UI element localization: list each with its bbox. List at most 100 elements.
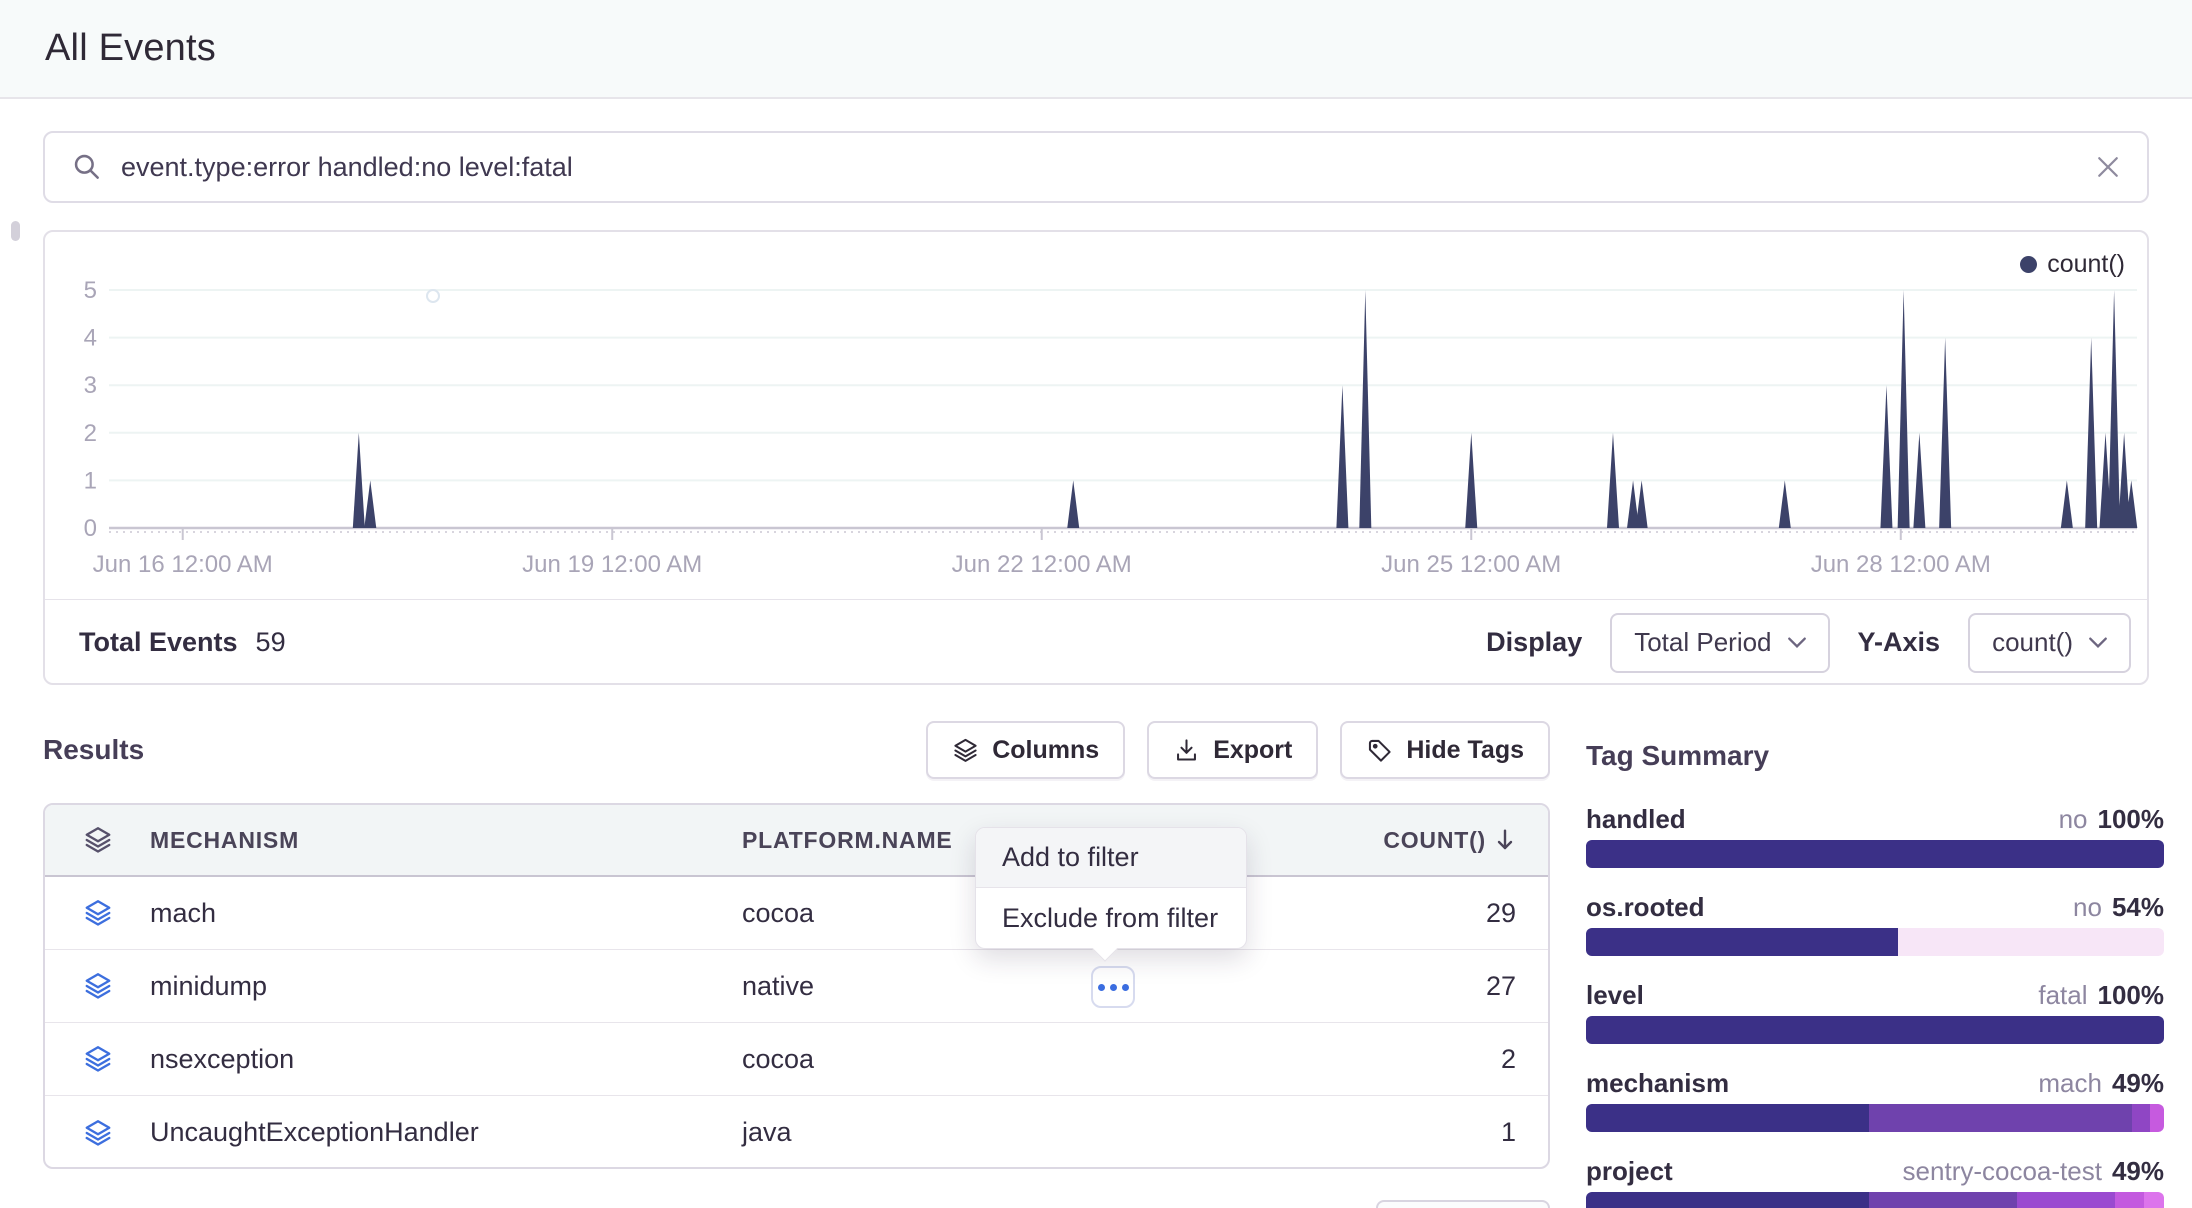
tag-name: handled [1586, 804, 1686, 835]
tag-icon [1366, 737, 1393, 764]
tag-distribution-bar[interactable] [1586, 1192, 2164, 1208]
tag-top-percent: 100% [2098, 804, 2165, 835]
tag-name: os.rooted [1586, 892, 1704, 923]
display-dropdown[interactable]: Total Period [1610, 613, 1829, 673]
menu-item-add-to-filter[interactable]: Add to filter [976, 828, 1246, 888]
page-header: All Events [0, 0, 2192, 99]
cell-platform-name[interactable]: java [742, 1117, 1162, 1148]
sort-desc-arrow-icon [1494, 828, 1516, 852]
cell-mechanism[interactable]: mach [150, 898, 742, 929]
chart-spike[interactable] [2108, 290, 2120, 528]
tag-bar-segment[interactable] [1586, 1016, 2164, 1044]
columns-button[interactable]: Columns [926, 721, 1125, 779]
chart-spike[interactable] [1067, 480, 1079, 528]
column-header-mechanism[interactable]: MECHANISM [150, 827, 742, 854]
results-table: MECHANISM PLATFORM.NAME COUNT() machcoco… [43, 803, 1550, 1169]
svg-text:5: 5 [84, 277, 97, 304]
chart-spike[interactable] [1336, 385, 1348, 528]
table-row[interactable]: UncaughtExceptionHandlerjava1 [45, 1096, 1548, 1169]
layers-icon [952, 737, 979, 764]
tag-bar-segment[interactable] [1586, 928, 1898, 956]
tag-bar-segment[interactable] [1586, 1192, 1869, 1208]
cell-mechanism[interactable]: UncaughtExceptionHandler [150, 1117, 742, 1148]
tag-entry-project: projectsentry-cocoa-test49% [1586, 1156, 2164, 1208]
cell-count[interactable]: 2 [1162, 1044, 1548, 1075]
export-button[interactable]: Export [1147, 721, 1318, 779]
svg-text:Jun 16 12:00 AM: Jun 16 12:00 AM [93, 551, 273, 578]
svg-text:4: 4 [84, 325, 97, 352]
all-events-page: All Events count() 0 1 2 3 4 5 Jun 16 12:00 AM… [0, 0, 2192, 1208]
tag-entry-os-rooted: os.rootedno54% [1586, 892, 2164, 956]
hide-tags-button[interactable]: Hide Tags [1340, 721, 1550, 779]
tag-name: mechanism [1586, 1068, 1729, 1099]
search-bar[interactable] [43, 131, 2149, 203]
tag-bar-segment[interactable] [2132, 1104, 2149, 1132]
table-row[interactable]: machcocoa29 [45, 877, 1548, 950]
legend-series-dot [2020, 256, 2037, 273]
cell-mechanism[interactable]: minidump [150, 971, 742, 1002]
tag-bar-segment[interactable] [1869, 1104, 2132, 1132]
table-row[interactable]: minidumpnative27 [45, 950, 1548, 1023]
header-icon-cell [45, 825, 150, 855]
tag-bar-segment[interactable] [2017, 1192, 2115, 1208]
svg-text:2: 2 [84, 420, 97, 447]
tag-bar-segment[interactable] [2144, 1192, 2164, 1208]
svg-text:3: 3 [84, 372, 97, 399]
svg-text:0: 0 [84, 515, 97, 542]
cell-mechanism[interactable]: nsexception [150, 1044, 742, 1075]
tag-bar-segment[interactable] [1586, 1104, 1869, 1132]
svg-text:Jun 28 12:00 AM: Jun 28 12:00 AM [1811, 551, 1991, 578]
layers-icon [83, 1044, 113, 1074]
chevron-down-icon [1788, 637, 1806, 648]
close-icon[interactable] [2093, 152, 2123, 182]
cell-actions-button[interactable] [1091, 966, 1135, 1008]
tag-distribution-bar[interactable] [1586, 840, 2164, 868]
layers-icon [83, 898, 113, 928]
yaxis-dropdown-value: count() [1992, 627, 2073, 658]
total-events-value: 59 [256, 627, 286, 658]
page-title: All Events [45, 27, 216, 70]
svg-text:1: 1 [84, 467, 97, 494]
menu-item-exclude-from-filter[interactable]: Exclude from filter [976, 888, 1246, 948]
chart-legend[interactable]: count() [2020, 250, 2125, 279]
tag-bar-segment[interactable] [1869, 1192, 2016, 1208]
tag-distribution-bar[interactable] [1586, 928, 2164, 956]
cell-context-menu: Add to filterExclude from filter [975, 827, 1247, 949]
layers-icon [83, 1118, 113, 1148]
cell-platform-name[interactable]: cocoa [742, 1044, 1162, 1075]
tag-distribution-bar[interactable] [1586, 1016, 2164, 1044]
results-table-header: MECHANISM PLATFORM.NAME COUNT() [45, 805, 1548, 877]
chart-spike[interactable] [364, 480, 376, 528]
events-chart[interactable]: 012345Jun 16 12:00 AMJun 19 12:00 AMJun … [45, 232, 2151, 599]
search-input[interactable] [121, 152, 2093, 183]
tag-bar-segment[interactable] [1898, 928, 2164, 956]
download-icon [1173, 737, 1200, 764]
tag-summary-heading: Tag Summary [1586, 720, 2164, 772]
pagination-button[interactable] [1376, 1200, 1550, 1208]
events-chart-card: count() 012345Jun 16 12:00 AMJun 19 12:0… [43, 230, 2149, 685]
tag-bar-segment[interactable] [2115, 1192, 2144, 1208]
chart-footer: Total Events 59 Display Total Period Y-A… [45, 600, 2147, 685]
count-header-label: COUNT() [1383, 827, 1486, 854]
tag-top-value: sentry-cocoa-test [1903, 1156, 2102, 1187]
chart-spike[interactable] [1898, 290, 1910, 528]
cell-count[interactable]: 27 [1162, 971, 1548, 1002]
chart-spike[interactable] [1779, 480, 1791, 528]
tag-bar-segment[interactable] [2150, 1104, 2164, 1132]
cell-count[interactable]: 1 [1162, 1117, 1548, 1148]
tag-distribution-bar[interactable] [1586, 1104, 2164, 1132]
table-row[interactable]: nsexceptioncocoa2 [45, 1023, 1548, 1096]
svg-text:Jun 22 12:00 AM: Jun 22 12:00 AM [952, 551, 1132, 578]
svg-text:Jun 25 12:00 AM: Jun 25 12:00 AM [1381, 551, 1561, 578]
tag-entry-mechanism: mechanismmach49% [1586, 1068, 2164, 1132]
tag-name: level [1586, 980, 1644, 1011]
layers-icon [83, 825, 113, 855]
tag-bar-segment[interactable] [1586, 840, 2164, 868]
tag-top-percent: 54% [2112, 892, 2164, 923]
chart-spike[interactable] [1880, 385, 1892, 528]
panel-drag-handle[interactable] [11, 221, 20, 241]
chart-spike[interactable] [1636, 480, 1648, 528]
chart-spike[interactable] [1359, 290, 1371, 528]
chart-spike[interactable] [2061, 480, 2073, 528]
yaxis-dropdown[interactable]: count() [1968, 613, 2131, 673]
